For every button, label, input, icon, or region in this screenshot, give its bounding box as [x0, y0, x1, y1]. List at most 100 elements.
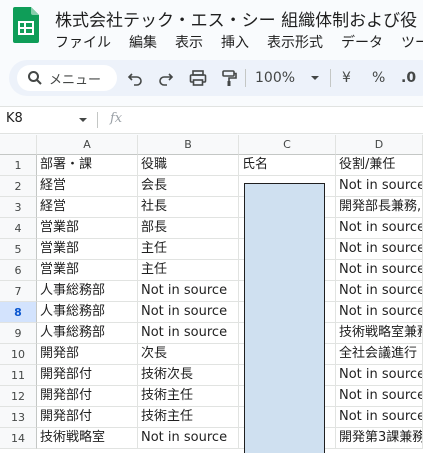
- currency-label: ¥: [342, 70, 351, 86]
- row-header[interactable]: 10: [0, 344, 37, 365]
- cell-a[interactable]: 開発部付: [37, 386, 138, 407]
- search-icon: [28, 71, 42, 85]
- decimal-label: .0: [401, 70, 417, 86]
- cell-b[interactable]: Not in source: [138, 281, 239, 302]
- cell-b[interactable]: Not in source: [138, 323, 239, 344]
- cell-b[interactable]: 技術主任: [138, 386, 239, 407]
- row-header[interactable]: 6: [0, 260, 37, 281]
- cell-b[interactable]: Not in source: [138, 428, 239, 449]
- cell-a[interactable]: 営業部: [37, 218, 138, 239]
- decrease-decimal-button[interactable]: .0: [401, 60, 416, 96]
- row-header[interactable]: 11: [0, 365, 37, 386]
- undo-button[interactable]: [127, 60, 143, 96]
- cell-a[interactable]: 開発部付: [37, 407, 138, 428]
- cell-d[interactable]: Not in source: [336, 239, 423, 260]
- cell-b[interactable]: 技術次長: [138, 365, 239, 386]
- menu-bar: ファイル 編集 表示 挿入 表示形式 データ ツー: [55, 32, 423, 52]
- menu-data[interactable]: データ: [341, 32, 383, 52]
- menu-tools[interactable]: ツー: [401, 32, 423, 52]
- name-box[interactable]: K8: [6, 111, 87, 126]
- cell-b[interactable]: 部長: [138, 218, 239, 239]
- search-menus-button[interactable]: メニュー: [17, 65, 117, 91]
- cell-d[interactable]: Not in source: [336, 218, 423, 239]
- cell-a[interactable]: 部署・課: [37, 155, 138, 176]
- cell-a[interactable]: 人事総務部: [37, 281, 138, 302]
- cell-d[interactable]: 開発部長兼務,: [336, 197, 423, 218]
- row-header[interactable]: 2: [0, 176, 37, 197]
- chevron-down-icon: [79, 118, 87, 122]
- redo-button[interactable]: [158, 60, 174, 96]
- document-title[interactable]: 株式会社テック・エス・シー 組織体制および役: [55, 6, 417, 31]
- zoom-select[interactable]: 100%: [255, 60, 321, 96]
- spreadsheet-grid[interactable]: A B C D 1 部署・課 役職 氏名 役割/兼任 2 経営 会長 Not in source…: [0, 135, 423, 453]
- cell-a[interactable]: 人事総務部: [37, 323, 138, 344]
- row-header[interactable]: 12: [0, 386, 37, 407]
- row-header[interactable]: 5: [0, 239, 37, 260]
- cell-b[interactable]: 主任: [138, 260, 239, 281]
- row-header[interactable]: 4: [0, 218, 37, 239]
- sheets-logo-icon[interactable]: [13, 7, 39, 43]
- cell-a[interactable]: 営業部: [37, 260, 138, 281]
- row-header[interactable]: 14: [0, 428, 37, 449]
- cell-b[interactable]: 役職: [138, 155, 239, 176]
- print-button[interactable]: [189, 60, 207, 96]
- toolbar-divider: [245, 69, 246, 87]
- redacted-name-column: [244, 183, 325, 453]
- undo-icon: [127, 73, 142, 86]
- formula-bar-divider: [97, 112, 98, 128]
- percent-format-button[interactable]: %: [372, 60, 385, 96]
- toolbar: メニュー 100% ¥ % .0: [9, 60, 423, 96]
- cell-d[interactable]: 技術戦略室兼務: [336, 323, 423, 344]
- cell-d[interactable]: Not in source: [336, 176, 423, 197]
- menu-file[interactable]: ファイル: [55, 32, 111, 52]
- cell-b[interactable]: 社長: [138, 197, 239, 218]
- zoom-value: 100%: [255, 70, 296, 86]
- cell-a[interactable]: 技術戦略室: [37, 428, 138, 449]
- cell-d[interactable]: 開発第3課兼務: [336, 428, 423, 449]
- search-menus-label: メニュー: [49, 72, 102, 88]
- currency-format-button[interactable]: ¥: [342, 60, 351, 96]
- cell-d[interactable]: Not in source: [336, 365, 423, 386]
- cell-a[interactable]: 人事総務部: [37, 302, 138, 323]
- cell-d[interactable]: Not in source: [336, 302, 423, 323]
- row-header[interactable]: 8: [0, 302, 37, 323]
- cell-a[interactable]: 営業部: [37, 239, 138, 260]
- cell-b[interactable]: Not in source: [138, 302, 239, 323]
- menu-view[interactable]: 表示: [175, 32, 203, 52]
- cell-a[interactable]: 開発部: [37, 344, 138, 365]
- column-header-b[interactable]: B: [138, 135, 239, 155]
- cell-d[interactable]: 全社会議進行: [336, 344, 423, 365]
- select-all-corner[interactable]: [0, 135, 37, 155]
- cell-d[interactable]: Not in source: [336, 281, 423, 302]
- function-icon: fx: [110, 111, 123, 126]
- cell-b[interactable]: 主任: [138, 239, 239, 260]
- cell-d[interactable]: 役割/兼任: [336, 155, 423, 176]
- cell-a[interactable]: 開発部付: [37, 365, 138, 386]
- redo-icon: [159, 73, 174, 86]
- row-header[interactable]: 7: [0, 281, 37, 302]
- row-header[interactable]: 3: [0, 197, 37, 218]
- cell-a[interactable]: 経営: [37, 197, 138, 218]
- print-icon: [189, 70, 207, 86]
- paint-format-icon: [222, 70, 237, 86]
- cell-b[interactable]: 次長: [138, 344, 239, 365]
- cell-b[interactable]: 会長: [138, 176, 239, 197]
- row-header[interactable]: 1: [0, 155, 37, 176]
- cell-c[interactable]: 氏名: [239, 155, 336, 176]
- column-header-c[interactable]: C: [239, 135, 336, 155]
- cell-b[interactable]: 技術主任: [138, 407, 239, 428]
- cell-a[interactable]: 経営: [37, 176, 138, 197]
- percent-label: %: [372, 70, 386, 86]
- chevron-down-icon: [311, 76, 320, 80]
- column-header-d[interactable]: D: [336, 135, 423, 155]
- row-header[interactable]: 13: [0, 407, 37, 428]
- cell-d[interactable]: Not in source: [336, 386, 423, 407]
- menu-edit[interactable]: 編集: [129, 32, 157, 52]
- row-header[interactable]: 9: [0, 323, 37, 344]
- cell-d[interactable]: Not in source: [336, 260, 423, 281]
- paint-format-button[interactable]: [221, 60, 237, 96]
- menu-insert[interactable]: 挿入: [221, 32, 249, 52]
- cell-d[interactable]: Not in source: [336, 407, 423, 428]
- menu-format[interactable]: 表示形式: [267, 32, 323, 52]
- column-header-a[interactable]: A: [37, 135, 138, 155]
